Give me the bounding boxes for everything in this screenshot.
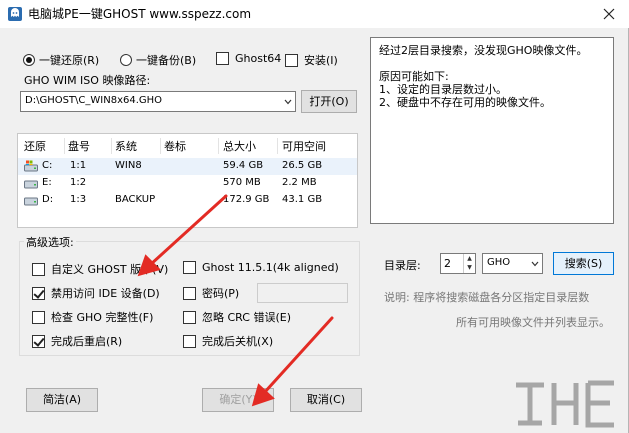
table-row[interactable]: E: 1:2 570 MB 2.2 MB: [18, 175, 357, 192]
checkbox-box: [216, 52, 229, 65]
hint-text-line2: 所有可用映像文件并列表显示。: [456, 316, 610, 329]
watermark-logo: [516, 380, 614, 428]
ok-button[interactable]: 确定(Y): [202, 388, 274, 412]
app-ghost-icon: [8, 7, 22, 21]
title-bar: 电脑城PE一键GHOST www.sspezz.com: [0, 0, 629, 28]
windows-drive-icon: [24, 160, 38, 172]
radio-dot: [23, 54, 35, 66]
column-header[interactable]: 卷标: [164, 138, 186, 154]
hint-text-line1: 说明: 程序将搜索磁盘各分区指定目录层数: [384, 291, 590, 304]
reboot-after-checkbox[interactable]: 完成后重启(R): [32, 333, 122, 349]
open-button[interactable]: 打开(O): [301, 90, 357, 113]
cancel-button[interactable]: 取消(C): [290, 388, 362, 412]
table-row[interactable]: D: 1:3 BACKUP 172.9 GB 43.1 GB: [18, 192, 357, 209]
ignore-crc-checkbox[interactable]: 忽略 CRC 错误(E): [183, 309, 291, 325]
check-gho-checkbox[interactable]: 检查 GHO 完整性(F): [32, 309, 153, 325]
column-header[interactable]: 可用空间: [282, 138, 326, 154]
spin-up-icon[interactable]: ▲: [464, 254, 475, 263]
simple-mode-button[interactable]: 简洁(A): [26, 388, 98, 412]
column-header[interactable]: 总大小: [223, 138, 256, 154]
advanced-options-title: 高级选项:: [24, 234, 76, 250]
spin-down-icon[interactable]: ▼: [464, 263, 475, 272]
chevron-down-icon: [284, 99, 292, 105]
close-icon[interactable]: [602, 7, 616, 21]
image-path-combobox[interactable]: D:\GHOST\C_WIN8x64.GHO: [20, 91, 296, 112]
window-title: 电脑城PE一键GHOST www.sspezz.com: [28, 7, 252, 21]
custom-ghost-checkbox[interactable]: 自定义 GHOST 版本(V): [32, 261, 168, 277]
radio-dot: [120, 54, 132, 66]
drive-icon: [24, 197, 38, 206]
ghost-version-checkbox[interactable]: Ghost 11.5.1(4k aligned): [183, 261, 339, 274]
image-path-label: GHO WIM ISO 映像路径:: [24, 74, 151, 87]
column-header[interactable]: 系统: [115, 138, 137, 154]
search-result-textarea[interactable]: 经过2层目录搜索，没发现GHO映像文件。 原因可能如下: 1、设定的目录层数过小…: [370, 37, 614, 224]
disable-ide-checkbox[interactable]: 禁用访问 IDE 设备(D): [32, 285, 160, 301]
restore-radio[interactable]: 一键还原(R): [23, 52, 99, 68]
chevron-down-icon: [531, 261, 539, 267]
file-type-combobox[interactable]: GHO: [482, 253, 543, 274]
checkbox-box: [285, 53, 298, 67]
install-checkbox[interactable]: 安装(I): [285, 52, 338, 68]
depth-spinner[interactable]: 2 ▲ ▼: [440, 253, 476, 274]
search-button[interactable]: 搜索(S): [553, 252, 614, 275]
shutdown-after-checkbox[interactable]: 完成后关机(X): [183, 333, 273, 349]
table-header: 还原 盘号 系统 卷标 总大小 可用空间: [18, 138, 357, 154]
column-header[interactable]: 还原: [24, 138, 46, 154]
password-checkbox[interactable]: 密码(P): [183, 285, 239, 301]
table-row[interactable]: C: 1:1 WIN8 59.4 GB 26.5 GB: [18, 158, 357, 175]
drive-icon: [24, 180, 38, 189]
partition-table: 还原 盘号 系统 卷标 总大小 可用空间 C: 1:1 WIN8 59.4 GB…: [17, 133, 358, 228]
depth-label: 目录层:: [384, 259, 421, 272]
ghost64-checkbox[interactable]: Ghost64: [216, 52, 281, 65]
backup-radio[interactable]: 一键备份(B): [120, 52, 196, 68]
password-input[interactable]: [257, 283, 348, 303]
column-header[interactable]: 盘号: [68, 138, 90, 154]
